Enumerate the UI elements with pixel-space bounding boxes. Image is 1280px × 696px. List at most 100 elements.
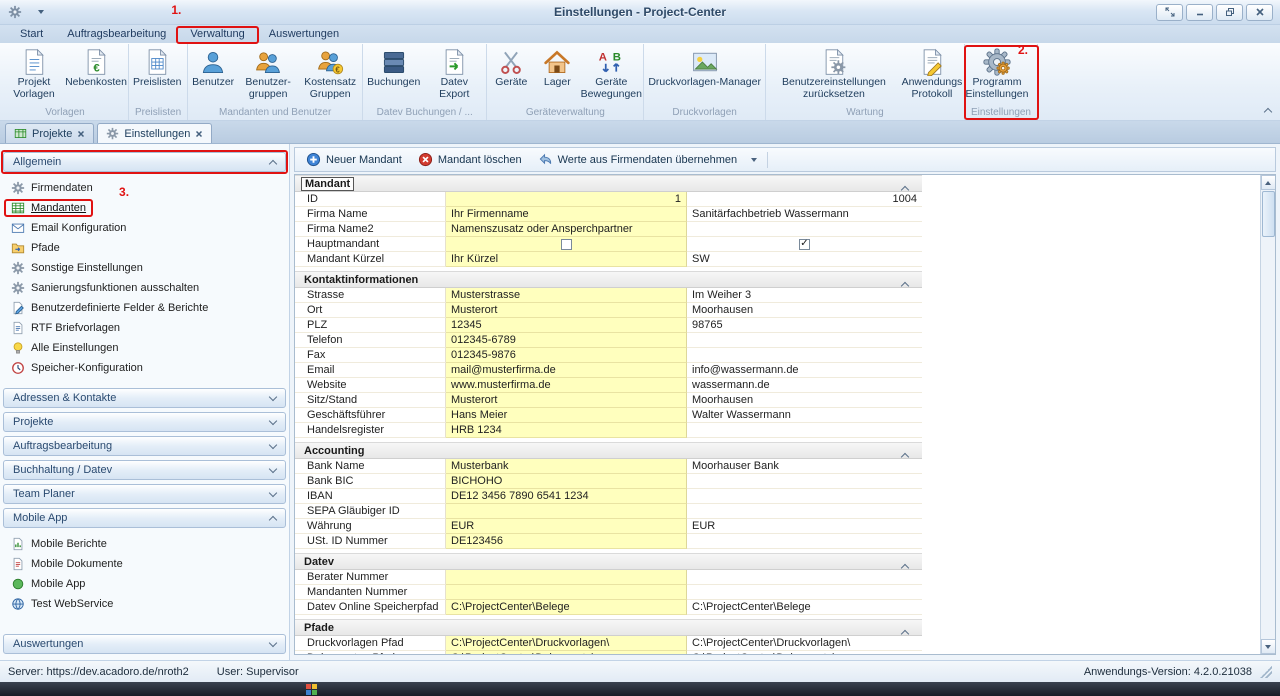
document-tab-einstellungen[interactable]: Einstellungen (97, 123, 212, 143)
ribbon-button-benutzer-gruppen[interactable]: Benutzer-gruppen (237, 45, 299, 106)
grid-cell-example[interactable]: Musterbank (446, 459, 687, 474)
window-close-button[interactable] (1246, 4, 1273, 21)
grid-cell-example[interactable]: Musterort (446, 303, 687, 318)
sidebar-section-adressen-kontakte[interactable]: Adressen & Kontakte (3, 388, 286, 408)
ribbon-button-datev-export[interactable]: Datev Export (423, 45, 485, 106)
ribbon-button-anwendungs-protokoll[interactable]: Anwendungs Protokoll (901, 45, 963, 106)
grid-cell-example[interactable]: Ihr Kürzel (446, 252, 687, 267)
sidebar-item-mobile-dokumente[interactable]: Mobile Dokumente (6, 554, 286, 574)
taskbar-app-icon[interactable] (306, 684, 317, 695)
grid-section-pfade[interactable]: Pfade (295, 619, 922, 636)
sidebar-section-projekte[interactable]: Projekte (3, 412, 286, 432)
grid-cell-value[interactable] (687, 348, 922, 363)
sidebar-item-firmendaten[interactable]: Firmendaten (6, 178, 286, 198)
grid-cell-value[interactable]: Moorhauser Bank (687, 459, 922, 474)
sidebar-section-allgemein[interactable]: Allgemein (3, 152, 286, 172)
grid-cell-example[interactable]: C:\ProjectCenter\Dokumente\ (446, 651, 687, 654)
grid-cell-example[interactable]: DE123456 (446, 534, 687, 549)
grid-cell-example[interactable]: EUR (446, 519, 687, 534)
quick-access-dropdown-icon[interactable] (38, 10, 44, 14)
ribbon-button-gerate[interactable]: Geräte (488, 45, 534, 106)
ribbon-button-druckvorlagen-manager[interactable]: Druckvorlagen-Manager (645, 45, 764, 106)
grid-cell-value[interactable]: Sanitärfachbetrieb Wassermann (687, 207, 922, 222)
grid-cell-example[interactable]: 12345 (446, 318, 687, 333)
delete-mandant-button[interactable]: Mandant löschen (411, 150, 529, 169)
grid-cell-example[interactable]: 012345-6789 (446, 333, 687, 348)
grid-cell-value[interactable]: info@wassermann.de (687, 363, 922, 378)
sidebar-section-mobile-app[interactable]: Mobile App (3, 508, 286, 528)
grid-cell-value[interactable]: Moorhausen (687, 303, 922, 318)
scrollbar-thumb[interactable] (1262, 191, 1275, 237)
grid-cell-example[interactable]: 012345-9876 (446, 348, 687, 363)
grid-cell-example[interactable]: www.musterfirma.de (446, 378, 687, 393)
grid-cell-value[interactable]: ✓ (687, 237, 922, 252)
sidebar-item-benutzerdefinierte-felder-berichte[interactable]: Benutzerdefinierte Felder & Berichte (6, 298, 286, 318)
grid-cell-example[interactable]: Namenszusatz oder Ansperchpartner (446, 222, 687, 237)
ribbon-button-gerate-bewegungen[interactable]: ABGeräte Bewegungen (580, 45, 642, 106)
document-tab-projekte[interactable]: Projekte (5, 123, 94, 143)
sidebar-section-auftragsbearbeitung[interactable]: Auftragsbearbeitung (3, 436, 286, 456)
grid-cell-example[interactable]: C:\ProjectCenter\Belege (446, 600, 687, 615)
sidebar-item-pfade[interactable]: Pfade (6, 238, 286, 258)
tab-close-icon[interactable] (77, 130, 85, 138)
checkbox-unchecked[interactable] (561, 239, 572, 250)
apply-firmendaten-button[interactable]: Werte aus Firmendaten übernehmen (531, 150, 745, 169)
grid-cell-example[interactable]: Musterstrasse (446, 288, 687, 303)
sidebar-item-speicher-konfiguration[interactable]: Speicher-Konfiguration (6, 358, 286, 378)
ribbon-collapse-icon[interactable] (1264, 108, 1272, 116)
ribbon-button-lager[interactable]: Lager (534, 45, 580, 106)
sidebar-item-mobile-berichte[interactable]: Mobile Berichte (6, 534, 286, 554)
grid-cell-value[interactable]: SW (687, 252, 922, 267)
grid-cell-value[interactable] (687, 222, 922, 237)
ribbon-tab-auswertungen[interactable]: Auswertungen (257, 27, 351, 42)
ribbon-tab-auftragsbearbeitung[interactable]: Auftragsbearbeitung (55, 27, 178, 42)
ribbon-button-preislisten[interactable]: Preislisten (130, 45, 184, 106)
sidebar-item-alle-einstellungen[interactable]: Alle Einstellungen (6, 338, 286, 358)
sidebar-item-sanierungsfunktionen-ausschalten[interactable]: Sanierungsfunktionen ausschalten (6, 278, 286, 298)
grid-cell-value[interactable]: 98765 (687, 318, 922, 333)
grid-cell-value[interactable] (687, 474, 922, 489)
grid-cell-value[interactable]: wassermann.de (687, 378, 922, 393)
grid-cell-example[interactable] (446, 504, 687, 519)
sidebar-item-mobile-app[interactable]: Mobile App (6, 574, 286, 594)
grid-cell-value[interactable] (687, 489, 922, 504)
sidebar-item-mandanten[interactable]: Mandanten (6, 198, 286, 218)
vertical-scrollbar[interactable] (1260, 175, 1275, 654)
sidebar-section-auswertungen[interactable]: Auswertungen (3, 634, 286, 654)
ribbon-button-nebenkosten[interactable]: €Nebenkosten (65, 45, 127, 106)
ribbon-button-buchungen[interactable]: Buchungen (364, 45, 423, 106)
sidebar-item-sonstige-einstellungen[interactable]: Sonstige Einstellungen (6, 258, 286, 278)
grid-cell-value[interactable] (687, 570, 922, 585)
ribbon-tab-start[interactable]: Start (8, 27, 55, 42)
sidebar-section-team-planer[interactable]: Team Planer (3, 484, 286, 504)
sidebar-section-buchhaltung-datev[interactable]: Buchhaltung / Datev (3, 460, 286, 480)
app-logo-icon[interactable] (8, 5, 22, 19)
sidebar-item-rtf-briefvorlagen[interactable]: RTF Briefvorlagen (6, 318, 286, 338)
grid-cell-example[interactable]: Ihr Firmenname (446, 207, 687, 222)
grid-cell-value[interactable]: C:\ProjectCenter\Dokumente\ (687, 651, 922, 654)
grid-cell-value[interactable] (687, 534, 922, 549)
grid-cell-example[interactable] (446, 585, 687, 600)
grid-cell-example[interactable]: mail@musterfirma.de (446, 363, 687, 378)
grid-cell-example[interactable]: BICHOHO (446, 474, 687, 489)
grid-cell-value[interactable] (687, 585, 922, 600)
ribbon-tab-verwaltung[interactable]: Verwaltung (178, 27, 256, 42)
tab-close-icon[interactable] (195, 130, 203, 138)
grid-section-datev[interactable]: Datev (295, 553, 922, 570)
grid-cell-example[interactable]: 1 (446, 192, 687, 207)
grid-cell-value[interactable] (687, 333, 922, 348)
scroll-down-button[interactable] (1261, 639, 1276, 654)
ribbon-button-benutzer[interactable]: Benutzer (189, 45, 237, 106)
grid-cell-example[interactable] (446, 237, 687, 252)
grid-cell-value[interactable]: C:\ProjectCenter\Belege (687, 600, 922, 615)
sidebar-item-email-konfiguration[interactable]: Email Konfiguration (6, 218, 286, 238)
window-restore-button[interactable] (1216, 4, 1243, 21)
grid-cell-value[interactable]: C:\ProjectCenter\Druckvorlagen\ (687, 636, 922, 651)
grid-cell-example[interactable]: Hans Meier (446, 408, 687, 423)
grid-cell-value[interactable]: EUR (687, 519, 922, 534)
grid-section-kontaktinformationen[interactable]: Kontaktinformationen (295, 271, 922, 288)
resize-grip[interactable] (1260, 666, 1272, 678)
grid-cell-example[interactable]: Musterort (446, 393, 687, 408)
grid-section-mandant[interactable]: Mandant (295, 175, 922, 192)
grid-cell-value[interactable] (687, 423, 922, 438)
